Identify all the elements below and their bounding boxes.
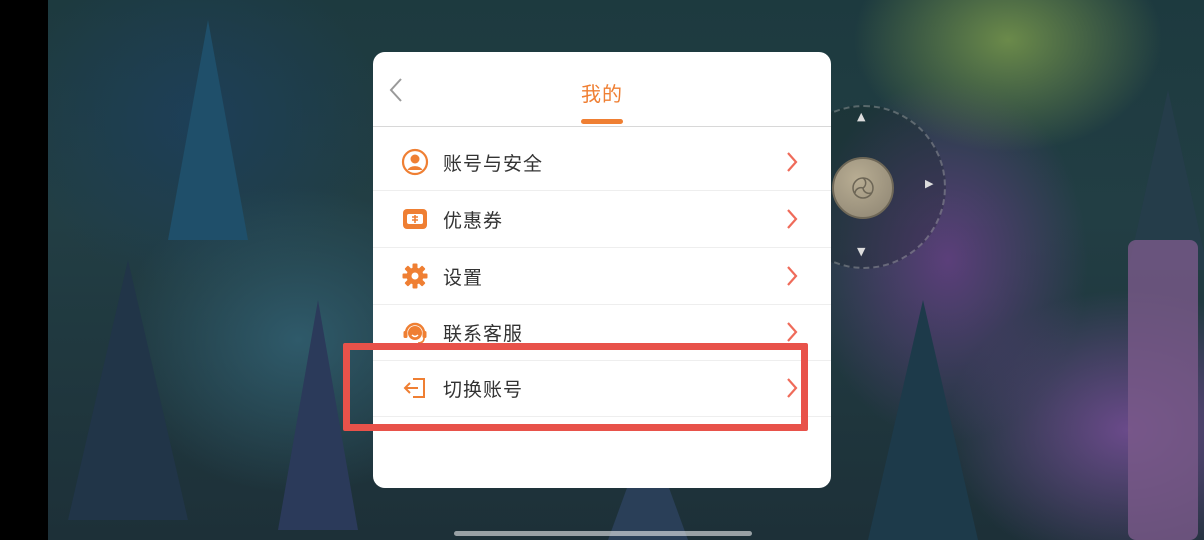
menu-item-label: 账号与安全	[443, 153, 544, 175]
joystick-knob[interactable]	[832, 157, 894, 219]
purple-rock	[1128, 240, 1198, 540]
menu-item-coupons[interactable]: 优惠券	[373, 191, 831, 248]
pine-tree	[278, 300, 358, 530]
switch-account-icon	[403, 378, 425, 398]
dialog-header: 我的	[373, 52, 831, 127]
user-circle-icon	[401, 148, 429, 176]
chevron-right-icon	[787, 209, 798, 229]
dialog-title: 我的	[581, 82, 623, 106]
title-underline	[581, 119, 623, 124]
pine-tree	[68, 260, 188, 520]
joystick-right-arrow-icon: ▶	[925, 177, 934, 190]
chevron-right-icon	[787, 378, 798, 398]
headset-icon	[403, 322, 427, 344]
menu-item-label: 切换账号	[443, 379, 524, 401]
menu-item-switch-account[interactable]: 切换账号	[373, 360, 831, 417]
pine-tree	[868, 300, 978, 540]
menu-item-label: 设置	[443, 267, 484, 289]
home-indicator[interactable]	[454, 531, 752, 536]
my-account-dialog: 我的 账号与安全 优惠券 设置 联系客服 切换账号	[373, 52, 831, 488]
menu-item-label: 联系客服	[443, 323, 524, 345]
chevron-right-icon	[787, 322, 798, 342]
menu-item-settings[interactable]: 设置	[373, 248, 831, 305]
triskelion-icon	[852, 177, 874, 199]
pine-tree	[168, 20, 248, 240]
joystick-down-arrow-icon: ▼	[857, 245, 866, 258]
menu-item-account-security[interactable]: 账号与安全	[373, 134, 831, 191]
coupon-icon	[403, 209, 427, 229]
left-letterbox	[0, 0, 48, 540]
joystick-up-arrow-icon: ▲	[857, 110, 866, 123]
menu-item-customer-service[interactable]: 联系客服	[373, 304, 831, 361]
gear-icon	[402, 263, 428, 289]
menu-item-label: 优惠券	[443, 210, 504, 232]
chevron-right-icon	[787, 152, 798, 172]
chevron-right-icon	[787, 266, 798, 286]
